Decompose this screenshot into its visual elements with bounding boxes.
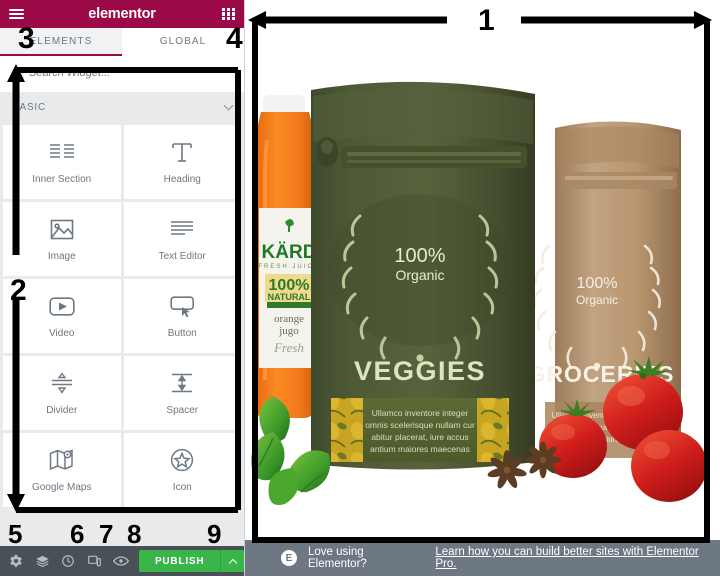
widget-label: Image xyxy=(47,251,76,262)
widget-label: Text Editor xyxy=(158,251,206,262)
widget-icon[interactable]: Icon xyxy=(123,433,241,507)
video-icon xyxy=(47,293,77,319)
canvas-preview-area[interactable]: KÄRD FRESH JUICE 100% NATURAL orange jug… xyxy=(245,0,720,540)
svg-text:jugo: jugo xyxy=(278,325,299,337)
widget-video[interactable]: Video xyxy=(3,279,121,353)
heading-icon xyxy=(167,139,197,165)
google-maps-icon xyxy=(47,447,77,473)
button-icon xyxy=(167,293,197,319)
widget-spacer[interactable]: Spacer xyxy=(123,356,241,430)
publish-button[interactable]: PUBLISH xyxy=(138,550,221,572)
svg-text:KÄRD: KÄRD xyxy=(262,242,317,263)
svg-text:Organic: Organic xyxy=(395,267,444,283)
settings-button[interactable] xyxy=(3,546,29,576)
search-widget-area xyxy=(0,56,244,92)
widget-label: Icon xyxy=(172,482,192,493)
preview-button[interactable] xyxy=(108,546,134,576)
widget-label: Heading xyxy=(163,174,201,185)
veggies-pouch: 100% Organic VEGGIES Ullamco inventore i… xyxy=(311,81,535,470)
search-input[interactable] xyxy=(29,67,230,79)
svg-text:antium maiores maecenas: antium maiores maecenas xyxy=(370,444,470,454)
svg-text:abitur placerat, iure accus: abitur placerat, iure accus xyxy=(371,432,468,442)
panel-tabs: ELEMENTS GLOBAL xyxy=(0,28,244,56)
widget-label: Inner Section xyxy=(32,174,92,185)
widget-google-maps[interactable]: Google Maps xyxy=(3,433,121,507)
svg-text:NATURAL: NATURAL xyxy=(268,292,311,302)
svg-text:Fresh: Fresh xyxy=(273,340,304,355)
svg-text:Ullamco inventore integer: Ullamco inventore integer xyxy=(372,408,469,418)
widget-divider[interactable]: Divider xyxy=(3,356,121,430)
section-header-basic[interactable]: BASIC xyxy=(0,92,244,122)
elementor-logo-icon: E xyxy=(281,550,297,566)
text-editor-icon xyxy=(167,216,197,242)
svg-text:omnis scelerisque nullam cur: omnis scelerisque nullam cur xyxy=(365,420,475,430)
responsive-button[interactable] xyxy=(82,546,108,576)
spacer-icon xyxy=(167,370,197,396)
svg-text:100%: 100% xyxy=(394,245,445,267)
product-hero-image: KÄRD FRESH JUICE 100% NATURAL orange jug… xyxy=(245,0,720,540)
inner-section-icon xyxy=(47,139,77,165)
publish-options-caret-icon[interactable] xyxy=(220,550,245,572)
widget-label: Divider xyxy=(46,405,78,416)
navigator-button[interactable] xyxy=(29,546,55,576)
hamburger-icon[interactable] xyxy=(9,9,24,19)
elementor-editor-panel: elementor ELEMENTS GLOBAL BASIC Inner Se… xyxy=(0,0,245,576)
widget-text-editor[interactable]: Text Editor xyxy=(123,202,241,276)
elementor-pro-notice: E Love using Elementor? Learn how you ca… xyxy=(245,540,720,576)
widget-image[interactable]: Image xyxy=(3,202,121,276)
tab-elements[interactable]: ELEMENTS xyxy=(0,28,122,56)
search-box[interactable] xyxy=(8,62,236,84)
notice-link[interactable]: Learn how you can build better sites wit… xyxy=(435,546,720,570)
svg-text:Organic: Organic xyxy=(576,293,618,307)
star-icon xyxy=(167,447,197,473)
section-title: BASIC xyxy=(12,101,47,113)
widget-label: Video xyxy=(49,328,75,339)
chevron-down-icon xyxy=(223,100,234,110)
svg-text:VEGGIES: VEGGIES xyxy=(354,356,486,386)
widget-heading[interactable]: Heading xyxy=(123,125,241,199)
search-icon xyxy=(14,68,24,78)
grid-apps-icon[interactable] xyxy=(222,7,235,21)
widget-label: Spacer xyxy=(166,405,199,416)
image-icon xyxy=(47,216,77,242)
panel-bottom-bar: PUBLISH xyxy=(0,546,245,576)
widget-button[interactable]: Button xyxy=(123,279,241,353)
svg-text:orange: orange xyxy=(274,313,304,325)
tab-global[interactable]: GLOBAL xyxy=(122,28,244,56)
notice-text: Love using Elementor? xyxy=(308,546,367,570)
widget-inner-section[interactable]: Inner Section xyxy=(3,125,121,199)
svg-text:100%: 100% xyxy=(577,275,618,292)
app-brand-title: elementor xyxy=(88,6,156,22)
widget-label: Google Maps xyxy=(32,482,92,493)
panel-header: elementor xyxy=(0,0,244,28)
widget-list-scroll[interactable]: Inner Section Heading Image Text Editor Vide… xyxy=(0,122,244,546)
history-button[interactable] xyxy=(55,546,81,576)
svg-text:FRESH JUICE: FRESH JUICE xyxy=(258,264,319,270)
juice-bottle: KÄRD FRESH JUICE 100% NATURAL orange jug… xyxy=(255,95,319,418)
widget-label: Button xyxy=(167,328,197,339)
divider-icon xyxy=(47,370,77,396)
